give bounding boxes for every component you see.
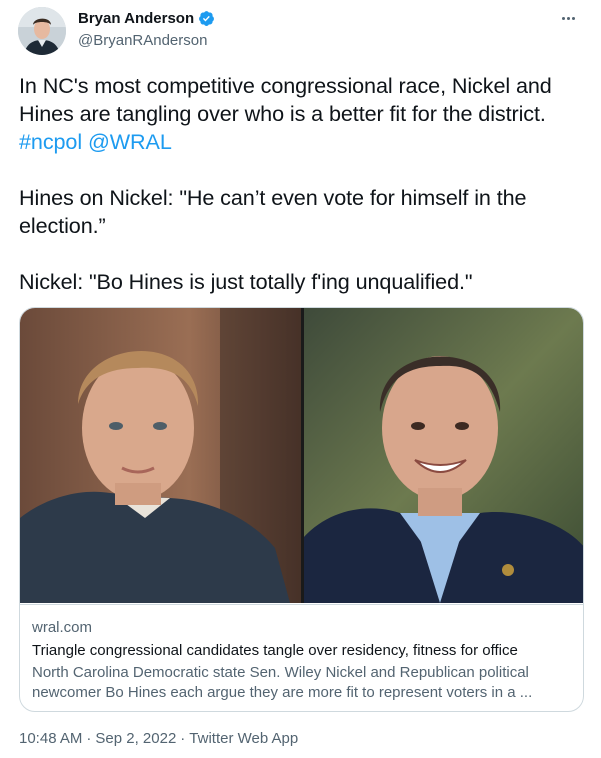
tweet-paragraph-3: Nickel: "Bo Hines is just totally f'ing …: [19, 269, 473, 294]
author-name[interactable]: Bryan Anderson: [78, 10, 194, 27]
tweet-time[interactable]: 10:48 AM: [19, 730, 82, 747]
tweet-footer: 10:48 AM · Sep 2, 2022 · Twitter Web App: [19, 730, 298, 747]
more-options-icon[interactable]: [555, 8, 581, 28]
card-description: North Carolina Democratic state Sen. Wil…: [32, 664, 533, 701]
tweet-paragraph-1-text: In NC's most competitive congressional r…: [19, 73, 552, 126]
footer-separator: ·: [86, 730, 92, 747]
link-preview-card[interactable]: wral.com Triangle congressional candidat…: [19, 307, 584, 712]
tweet-paragraph-1: In NC's most competitive congressional r…: [19, 72, 584, 156]
more-dot: [566, 16, 570, 20]
card-meta: wral.com Triangle congressional candidat…: [20, 604, 583, 711]
tweet-paragraph-2: Hines on Nickel: "He can’t even vote for…: [19, 185, 527, 238]
verified-badge-icon: [198, 10, 215, 27]
hashtag-link[interactable]: #ncpol: [19, 129, 82, 154]
author-handle[interactable]: @BryanRAnderson: [78, 32, 207, 49]
more-dot: [561, 16, 565, 20]
tweet: Bryan Anderson @BryanRAnderson In NC's m…: [0, 0, 601, 758]
author-name-row: Bryan Anderson: [78, 10, 215, 27]
tweet-source[interactable]: Twitter Web App: [189, 730, 298, 747]
footer-separator: ·: [180, 730, 186, 747]
mention-link[interactable]: @WRAL: [88, 129, 172, 154]
card-title: Triangle congressional candidates tangle…: [32, 642, 518, 659]
more-dot: [571, 16, 575, 20]
card-domain: wral.com: [32, 619, 93, 636]
author-avatar[interactable]: [18, 7, 66, 55]
tweet-date[interactable]: Sep 2, 2022: [95, 730, 176, 747]
card-image: [20, 308, 583, 603]
tweet-text: In NC's most competitive congressional r…: [19, 72, 584, 296]
